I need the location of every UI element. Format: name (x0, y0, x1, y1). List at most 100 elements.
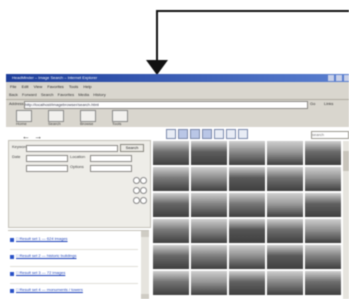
image-thumbnail[interactable] (153, 193, 189, 217)
list-item[interactable]: □ Result set 2 — historic buildings (10, 250, 138, 267)
list-item[interactable]: □ Result set 3 — 72 images (10, 267, 138, 284)
image-thumbnail[interactable] (191, 193, 227, 217)
view-button-3[interactable] (190, 129, 200, 139)
quick-search-input[interactable]: search (311, 131, 349, 139)
home-label: Home (16, 121, 27, 126)
image-thumbnail[interactable] (229, 193, 265, 217)
image-thumbnail[interactable] (191, 167, 227, 191)
sort-option-1[interactable] (133, 177, 140, 184)
keyword-input[interactable] (26, 145, 118, 152)
image-thumbnail[interactable] (305, 271, 341, 295)
checkbox[interactable] (10, 289, 14, 293)
sort-option-2[interactable] (140, 177, 147, 184)
checkbox[interactable] (10, 238, 14, 242)
results-scrollbar[interactable] (141, 231, 149, 299)
scroll-down-icon[interactable] (141, 294, 149, 299)
view-button-7[interactable] (238, 129, 248, 139)
image-thumbnail[interactable] (153, 271, 189, 295)
sort-option-4[interactable] (140, 187, 147, 194)
image-thumbnail[interactable] (267, 271, 303, 295)
menu-tools[interactable]: Tools (69, 84, 78, 89)
browse-label: Browse (80, 121, 94, 126)
result-link[interactable]: □ Result set 1 — 624 images (16, 236, 68, 241)
image-thumbnail[interactable] (267, 193, 303, 217)
thumbnail-grid (151, 141, 344, 299)
result-link[interactable]: □ Result set 4 — monuments / towers (16, 287, 83, 292)
sort-option-3[interactable] (133, 187, 140, 194)
image-thumbnail[interactable] (191, 271, 227, 295)
date-input[interactable] (26, 155, 68, 162)
image-thumbnail[interactable] (267, 167, 303, 191)
options-input[interactable] (90, 165, 132, 172)
location-label: Location (70, 154, 86, 159)
favorites-button[interactable]: Favorites (58, 92, 74, 97)
menu-view[interactable]: View (34, 84, 43, 89)
list-item[interactable]: □ Result set 4 — monuments / towers (10, 284, 138, 299)
image-thumbnail[interactable] (305, 193, 341, 217)
image-thumbnail[interactable] (153, 219, 189, 243)
filter-input[interactable] (26, 165, 68, 172)
callout-line-vertical (156, 10, 158, 62)
location-input[interactable] (90, 155, 132, 162)
image-thumbnail[interactable] (305, 245, 341, 269)
image-thumbnail[interactable] (153, 141, 189, 165)
image-thumbnail[interactable] (153, 167, 189, 191)
date-label: Date (12, 154, 21, 159)
menu-help[interactable]: Help (83, 84, 91, 89)
grid-scrollbar[interactable] (343, 141, 349, 299)
close-button[interactable] (344, 75, 349, 81)
image-thumbnail[interactable] (191, 245, 227, 269)
scroll-thumb[interactable] (343, 151, 349, 171)
image-thumbnail[interactable] (305, 167, 341, 191)
search-button[interactable]: Search (41, 92, 54, 97)
view-button-2[interactable] (178, 129, 188, 139)
image-thumbnail[interactable] (191, 141, 227, 165)
image-thumbnail[interactable] (229, 167, 265, 191)
sort-option-5[interactable] (133, 197, 140, 204)
menu-file[interactable]: File (10, 84, 16, 89)
image-thumbnail[interactable] (229, 219, 265, 243)
result-link[interactable]: □ Result set 2 — historic buildings (16, 253, 76, 258)
result-list: □ Result set 1 — 624 images □ Result set… (8, 230, 149, 299)
menu-edit[interactable]: Edit (22, 84, 29, 89)
image-thumbnail[interactable] (229, 245, 265, 269)
sort-option-6[interactable] (140, 197, 147, 204)
address-field[interactable]: http://localhost/imagebrowser/search.htm… (24, 101, 308, 109)
titlebar: HeadMinder – Image Search – Internet Exp… (6, 74, 349, 82)
view-button-1[interactable] (166, 129, 176, 139)
app-toolbar: Home Search Browse Tools (6, 109, 349, 126)
view-button-4[interactable] (202, 129, 212, 139)
search-panel: ← → Keyword Search Date Location Options (6, 127, 151, 299)
media-button[interactable]: Media (78, 92, 89, 97)
window-title: HeadMinder – Image Search – Internet Exp… (12, 75, 98, 80)
image-thumbnail[interactable] (229, 141, 265, 165)
image-thumbnail[interactable] (267, 219, 303, 243)
list-item[interactable]: □ Result set 1 — 624 images (10, 233, 138, 250)
minimize-button[interactable] (328, 75, 334, 81)
callout-line-horizontal (156, 10, 349, 12)
image-thumbnail[interactable] (153, 245, 189, 269)
image-thumbnail[interactable] (191, 219, 227, 243)
image-thumbnail[interactable] (267, 245, 303, 269)
view-toolbar (158, 129, 278, 139)
image-thumbnail[interactable] (305, 141, 341, 165)
image-thumbnail[interactable] (267, 141, 303, 165)
view-button-6[interactable] (226, 129, 236, 139)
image-thumbnail[interactable] (305, 219, 341, 243)
search-submit-button[interactable]: Search (120, 144, 144, 152)
history-button[interactable]: History (93, 92, 105, 97)
result-link[interactable]: □ Result set 3 — 72 images (16, 270, 65, 275)
forward-button[interactable]: Forward (22, 92, 37, 97)
maximize-button[interactable] (336, 75, 342, 81)
checkbox[interactable] (10, 272, 14, 276)
go-button[interactable]: Go (310, 100, 315, 108)
back-button[interactable]: Back (9, 92, 18, 97)
page-content: ← → Keyword Search Date Location Options (6, 127, 349, 299)
scroll-up-icon[interactable] (141, 231, 149, 237)
browser-window: HeadMinder – Image Search – Internet Exp… (6, 74, 349, 299)
image-thumbnail[interactable] (229, 271, 265, 295)
view-button-5[interactable] (214, 129, 224, 139)
menu-favorites[interactable]: Favorites (47, 84, 63, 89)
checkbox[interactable] (10, 255, 14, 259)
links-label[interactable]: Links (324, 100, 333, 108)
